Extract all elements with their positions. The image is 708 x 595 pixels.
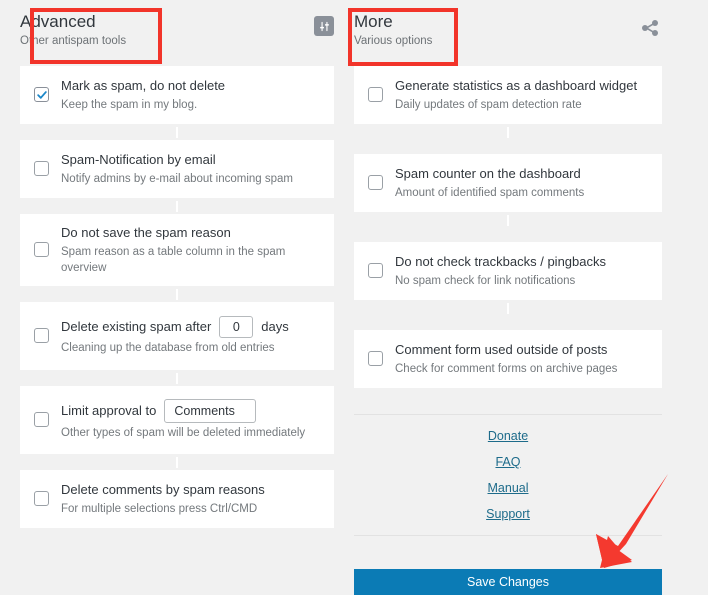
option-text-generate-statistics: Generate statistics as a dashboard widge…	[395, 77, 648, 113]
option-subtitle: Check for comment forms on archive pages	[395, 362, 618, 375]
option-title-row: Limit approval to	[61, 398, 320, 423]
option-card-mark-as-spam[interactable]: Mark as spam, do not delete Keep the spa…	[20, 66, 334, 124]
days-input[interactable]	[219, 315, 254, 338]
share-icon[interactable]	[638, 16, 662, 40]
option-title-before: Limit approval to	[61, 402, 157, 418]
checkbox-trackbacks[interactable]	[368, 263, 383, 278]
option-text-delete-by-reasons: Delete comments by spam reasons For mult…	[61, 481, 320, 517]
option-card-do-not-save-reason[interactable]: Do not save the spam reason Spam reason …	[20, 214, 334, 286]
link-manual[interactable]: Manual	[354, 480, 662, 497]
card-divider	[20, 454, 334, 470]
checkbox-delete-existing-spam[interactable]	[34, 328, 49, 343]
option-card-generate-statistics[interactable]: Generate statistics as a dashboard widge…	[354, 66, 662, 124]
limit-approval-input[interactable]	[164, 398, 257, 423]
checkbox-spam-counter[interactable]	[368, 175, 383, 190]
advanced-header-text: Advanced Other antispam tools	[20, 0, 126, 49]
option-title: Generate statistics as a dashboard widge…	[395, 77, 638, 93]
checkbox-spam-notification[interactable]	[34, 161, 49, 176]
checkbox-mark-as-spam[interactable]	[34, 87, 49, 102]
option-card-trackbacks[interactable]: Do not check trackbacks / pingbacks No s…	[354, 242, 662, 300]
option-text-mark-as-spam: Mark as spam, do not delete Keep the spa…	[61, 77, 320, 113]
option-subtitle: Amount of identified spam comments	[395, 186, 585, 199]
advanced-title: Advanced	[20, 12, 96, 31]
option-subtitle: Keep the spam in my blog.	[61, 98, 198, 111]
card-divider	[20, 124, 334, 140]
option-title: Do not check trackbacks / pingbacks	[395, 253, 606, 269]
option-subtitle: No spam check for link notifications	[395, 274, 576, 287]
checkbox-comment-form-outside[interactable]	[368, 351, 383, 366]
card-divider	[20, 286, 334, 302]
option-subtitle: Other types of spam will be deleted imme…	[61, 426, 306, 439]
option-title: Do not save the spam reason	[61, 224, 231, 240]
option-card-limit-approval[interactable]: Limit approval to Other types of spam wi…	[20, 386, 334, 454]
advanced-column: Advanced Other antispam tools Mark as sp…	[0, 0, 354, 595]
checkbox-generate-statistics[interactable]	[368, 87, 383, 102]
option-card-spam-notification[interactable]: Spam-Notification by email Notify admins…	[20, 140, 334, 198]
option-title: Comment form used outside of posts	[395, 341, 608, 357]
more-section-header: More Various options	[348, 0, 662, 66]
option-text-spam-notification: Spam-Notification by email Notify admins…	[61, 151, 320, 187]
checkbox-do-not-save-reason[interactable]	[34, 242, 49, 257]
card-divider	[20, 370, 334, 386]
footer-links: Donate FAQ Manual Support	[354, 414, 662, 536]
more-header-text: More Various options	[354, 0, 432, 49]
option-subtitle: Daily updates of spam detection rate	[395, 98, 582, 111]
settings-page: Advanced Other antispam tools Mark as sp…	[0, 0, 708, 595]
advanced-subtitle: Other antispam tools	[20, 35, 127, 47]
checkbox-delete-by-reasons[interactable]	[34, 491, 49, 506]
card-divider	[354, 300, 662, 330]
option-title-row: Delete existing spam after days	[61, 315, 320, 338]
option-subtitle: Notify admins by e-mail about incoming s…	[61, 172, 294, 185]
link-support[interactable]: Support	[354, 506, 662, 523]
option-card-comment-form-outside[interactable]: Comment form used outside of posts Check…	[354, 330, 662, 388]
card-divider	[354, 212, 662, 242]
option-text-limit-approval: Limit approval to Other types of spam wi…	[61, 398, 320, 441]
option-subtitle: Spam reason as a table column in the spa…	[61, 245, 286, 274]
more-column: More Various options Generate statistics…	[348, 0, 708, 595]
option-title: Spam-Notification by email	[61, 151, 216, 167]
option-title-before: Delete existing spam after	[61, 318, 212, 334]
option-text-trackbacks: Do not check trackbacks / pingbacks No s…	[395, 253, 648, 289]
option-title: Mark as spam, do not delete	[61, 77, 226, 93]
link-donate[interactable]: Donate	[354, 428, 662, 445]
option-card-spam-counter[interactable]: Spam counter on the dashboard Amount of …	[354, 154, 662, 212]
option-text-delete-existing-spam: Delete existing spam after days Cleaning…	[61, 315, 320, 356]
card-divider	[354, 124, 662, 154]
link-faq[interactable]: FAQ	[354, 454, 662, 471]
option-card-delete-by-reasons[interactable]: Delete comments by spam reasons For mult…	[20, 470, 334, 528]
option-subtitle: For multiple selections press Ctrl/CMD	[61, 502, 258, 515]
option-text-do-not-save-reason: Do not save the spam reason Spam reason …	[61, 224, 320, 276]
more-title: More	[354, 12, 393, 31]
option-title: Spam counter on the dashboard	[395, 165, 581, 181]
sliders-icon[interactable]	[314, 16, 334, 36]
option-title: Delete comments by spam reasons	[61, 481, 265, 497]
option-subtitle: Cleaning up the database from old entrie…	[61, 341, 275, 354]
advanced-section-header: Advanced Other antispam tools	[20, 0, 334, 66]
more-subtitle: Various options	[354, 35, 433, 47]
save-changes-button[interactable]: Save Changes	[354, 569, 662, 595]
checkbox-limit-approval[interactable]	[34, 412, 49, 427]
option-title-after: days	[261, 318, 289, 334]
option-text-spam-counter: Spam counter on the dashboard Amount of …	[395, 165, 648, 201]
card-divider	[20, 198, 334, 214]
option-card-delete-existing-spam[interactable]: Delete existing spam after days Cleaning…	[20, 302, 334, 370]
option-text-comment-form-outside: Comment form used outside of posts Check…	[395, 341, 648, 377]
